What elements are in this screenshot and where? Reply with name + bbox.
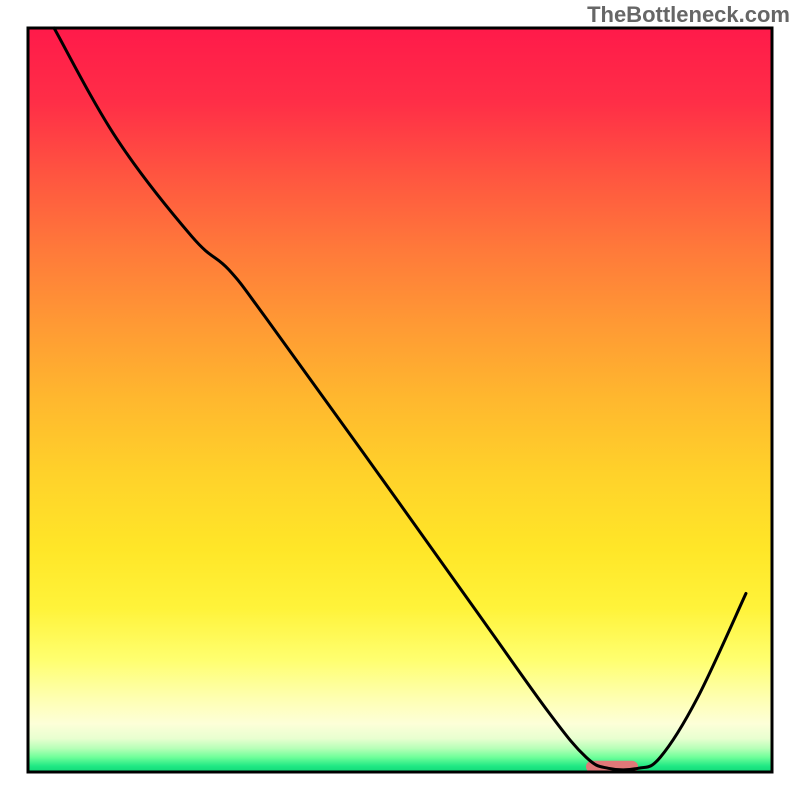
- bottleneck-chart: [0, 0, 800, 800]
- watermark-text: TheBottleneck.com: [587, 2, 790, 28]
- chart-container: TheBottleneck.com: [0, 0, 800, 800]
- gradient-background: [28, 28, 772, 772]
